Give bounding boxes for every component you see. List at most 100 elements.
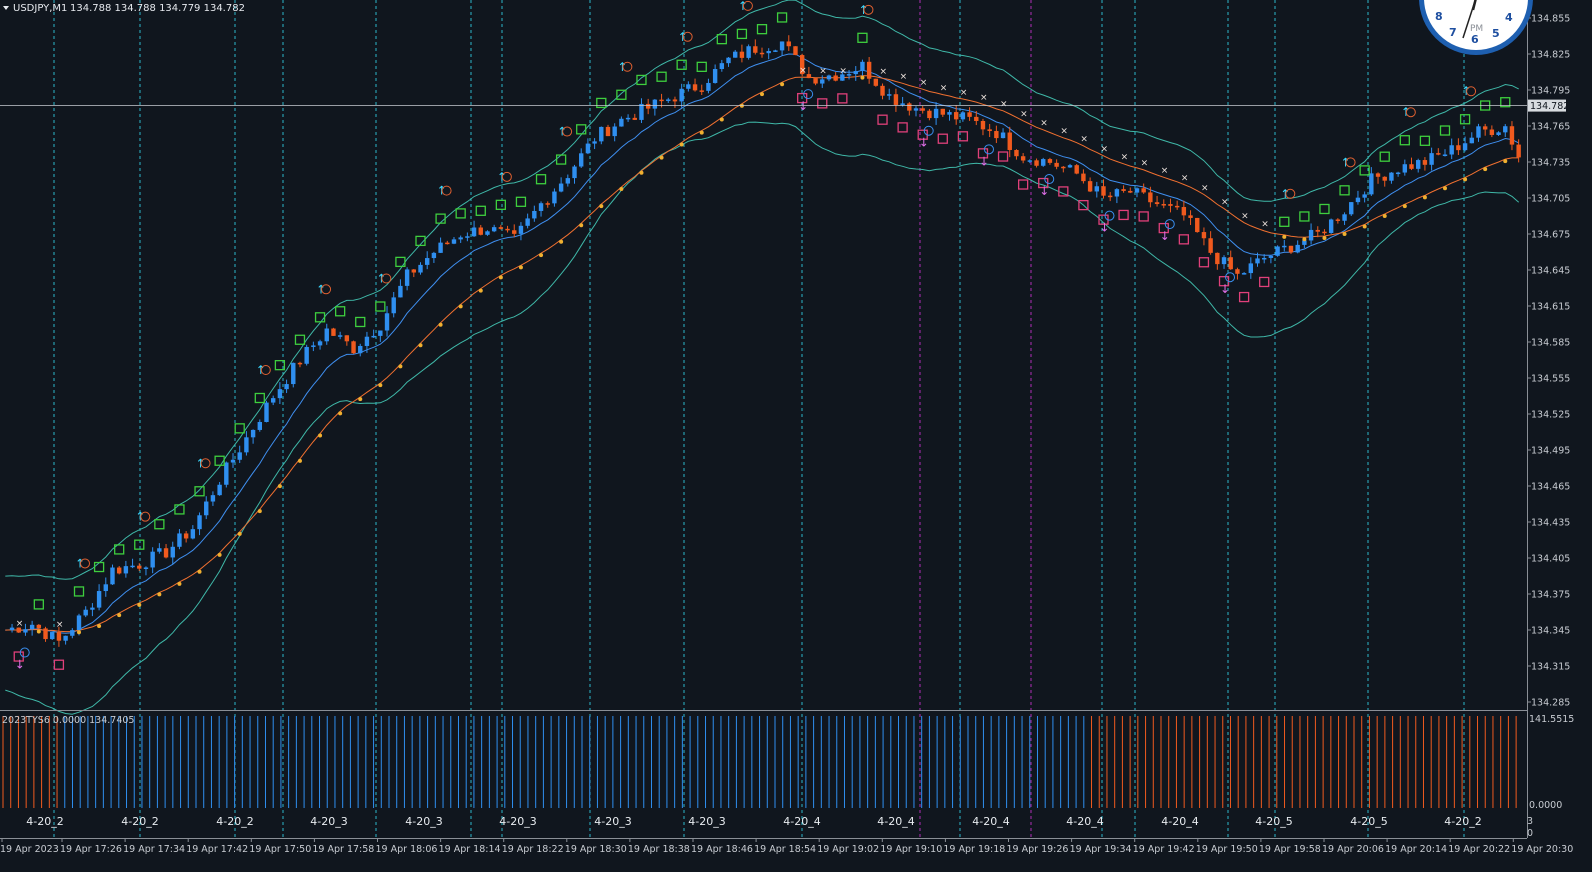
candle-body [920, 108, 925, 111]
candle-body [1181, 207, 1187, 216]
down-arrow-marker: ↓ [1160, 229, 1170, 243]
candle-body [1148, 192, 1153, 203]
candle-body [244, 437, 249, 453]
session-label: 4-20_2 [216, 815, 253, 828]
trend-cross: × [1181, 173, 1189, 183]
candle-body [1395, 172, 1401, 175]
candle-body [1248, 263, 1254, 274]
trend-dot [418, 343, 423, 348]
candle-body [1061, 166, 1066, 169]
candle-body [793, 46, 798, 56]
candle-body [378, 330, 383, 336]
time-tick-label: 19 Apr 18:54 [754, 844, 816, 855]
candle-body [826, 75, 832, 80]
session-label: 4-20_2 [26, 815, 63, 828]
clock-number-4: 4 [1505, 11, 1513, 24]
subwindow-scale-top: 141.5515 [1529, 714, 1574, 725]
candle-body [83, 609, 88, 616]
extra-scale-3: 3 [1527, 816, 1533, 827]
candle-body [257, 421, 262, 430]
candle-body [1402, 164, 1408, 173]
price-tick-label: 134.705 [1531, 194, 1570, 205]
trend-dot [318, 433, 323, 438]
trend-cross: × [1221, 197, 1229, 207]
candle-body [639, 103, 644, 120]
candle-body [887, 94, 892, 96]
trend-dot [378, 383, 383, 388]
candle-body [418, 264, 423, 273]
trend-cross: × [1161, 166, 1169, 176]
candle-body [351, 341, 356, 354]
candle-body [806, 74, 812, 79]
candle-body [1288, 245, 1294, 253]
trend-cross: × [799, 66, 807, 76]
candle-body [1027, 160, 1033, 162]
candle-body [1195, 217, 1200, 233]
candle-body [659, 99, 664, 102]
price-chart[interactable]: ×↓×↑↑↑↑↑↑↑↑↑↑↑↑×↓× ×↑×××↓× ××↓×××↓×××↓×××↓… [0, 0, 1592, 872]
trend-dot [599, 204, 604, 209]
time-tick-label: 19 Apr 18:14 [439, 844, 501, 855]
candle-body [250, 429, 256, 438]
candle-body [451, 239, 457, 244]
candle-body [1362, 194, 1367, 198]
trend-cross: × [1020, 110, 1028, 120]
clock-number-6: 6 [1471, 33, 1479, 46]
trend-dot [559, 239, 564, 244]
candle-body [1208, 238, 1213, 253]
time-tick-label: 19 Apr 19:18 [943, 844, 1005, 855]
trend-dot [217, 552, 222, 557]
down-arrow-marker: ↓ [15, 658, 25, 672]
price-tick-label: 134.645 [1531, 266, 1570, 277]
candle-body [813, 78, 818, 84]
trend-dot [659, 155, 664, 160]
down-arrow-marker: ↓ [979, 154, 989, 168]
trend-cross: × [1080, 135, 1088, 145]
session-label: 4-20_4 [1161, 815, 1198, 828]
candle-body [1007, 132, 1012, 151]
candle-body [1101, 186, 1106, 196]
trend-dot [157, 592, 162, 597]
candle-body [1221, 257, 1227, 265]
candle-body [1034, 160, 1039, 166]
session-label: 4-20_4 [972, 815, 1009, 828]
candle-body [358, 345, 363, 354]
candle-body [264, 402, 269, 422]
candle-body [1476, 126, 1481, 138]
symbol-label: USDJPY,M1 [13, 3, 67, 14]
trend-dot [1463, 177, 1468, 182]
chart-background [0, 0, 1592, 872]
candle-body [1000, 132, 1006, 139]
time-tick-label: 19 Apr 19:34 [1070, 844, 1132, 855]
trend-dot [257, 509, 262, 514]
trend-cross: × [819, 67, 827, 77]
time-tick-label: 19 Apr 17:42 [186, 844, 248, 855]
down-arrow-marker: ↓ [1220, 282, 1230, 296]
price-tick-label: 134.435 [1531, 518, 1570, 529]
candle-body [163, 548, 169, 558]
candle-body [505, 228, 510, 231]
candle-body [398, 285, 403, 298]
candle-body [706, 82, 711, 91]
time-tick-label: 19 Apr 18:06 [376, 844, 438, 855]
trend-dot [1282, 234, 1287, 239]
candle-body [619, 118, 624, 127]
candle-body [1335, 219, 1341, 221]
candle-body [987, 129, 992, 132]
price-tick-label: 134.285 [1531, 698, 1570, 709]
candle-body [1489, 129, 1495, 135]
candle-body [297, 362, 303, 365]
candle-body [1275, 246, 1280, 256]
price-tick-label: 134.375 [1531, 590, 1570, 601]
candle-body [746, 46, 751, 58]
candle-body [277, 389, 283, 399]
candle-body [833, 75, 838, 81]
candle-body [759, 52, 765, 55]
candle-body [143, 567, 149, 569]
time-tick-label: 19 Apr 17:58 [312, 844, 374, 855]
time-tick-label: 19 Apr 20:30 [1511, 844, 1573, 855]
candle-body [9, 627, 15, 631]
candle-body [491, 227, 497, 232]
trend-dot [77, 630, 82, 635]
candle-body [666, 99, 671, 101]
